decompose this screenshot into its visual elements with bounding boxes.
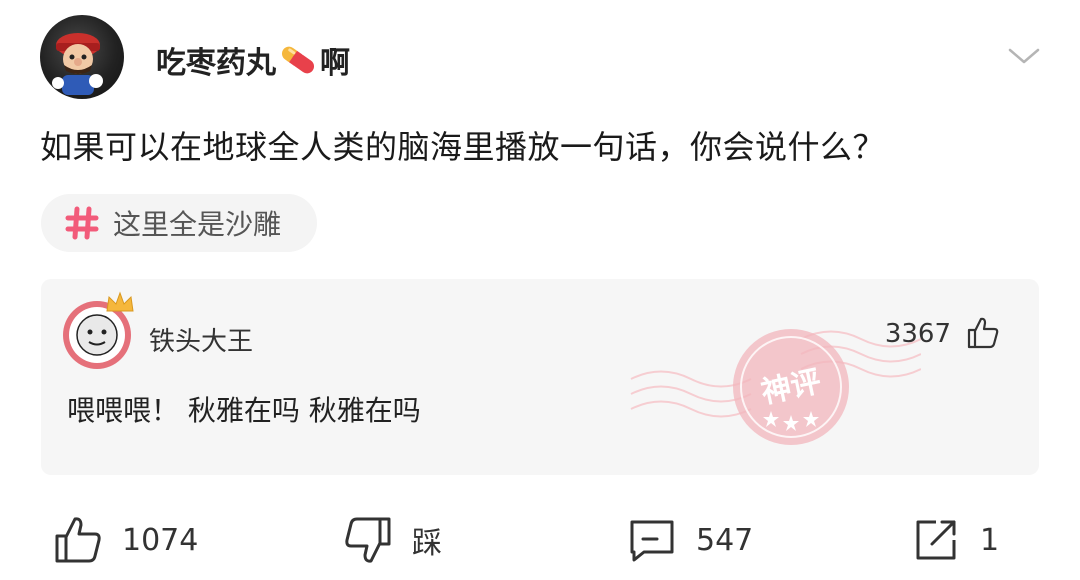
hashtag-icon bbox=[65, 206, 99, 240]
author-avatar[interactable] bbox=[40, 15, 124, 99]
meme-face-icon bbox=[76, 314, 118, 356]
shenping-stamp-icon: 神评 bbox=[630, 329, 921, 445]
topic-chip[interactable]: 这里全是沙雕 bbox=[41, 194, 317, 252]
pill-emoji-icon bbox=[281, 46, 315, 74]
topic-label: 这里全是沙雕 bbox=[113, 208, 282, 241]
comment-like-count: 3367 bbox=[884, 319, 951, 349]
share-count: 1 bbox=[980, 522, 1000, 558]
like-count: 1074 bbox=[122, 522, 199, 558]
comment-count: 547 bbox=[696, 522, 754, 558]
crown-icon bbox=[106, 291, 134, 312]
thumbs-down-icon bbox=[345, 517, 391, 563]
mario-avatar-icon bbox=[52, 33, 103, 95]
dislike-label: 踩 bbox=[412, 526, 442, 561]
post-question[interactable]: 如果可以在地球全人类的脑海里播放一句话，你会说什么？ bbox=[40, 122, 885, 168]
comment-thumbs-up-icon[interactable] bbox=[965, 315, 1001, 351]
author-name-suffix: 啊 bbox=[320, 46, 350, 81]
like-button[interactable]: 1074 bbox=[52, 512, 198, 568]
comment-bubble-icon bbox=[630, 520, 674, 562]
author-name-text: 吃枣药丸 bbox=[156, 46, 276, 81]
top-comment-card[interactable]: 神评 铁头大王 3367 喂喂喂！ 秋雅在吗 秋雅在吗 bbox=[41, 279, 1039, 475]
author-name[interactable]: 吃枣药丸 啊 bbox=[156, 38, 350, 82]
comment-text[interactable]: 喂喂喂！ 秋雅在吗 秋雅在吗 bbox=[67, 389, 421, 429]
dislike-button[interactable]: 踩 bbox=[342, 512, 442, 568]
comment-button[interactable]: 547 bbox=[626, 512, 753, 568]
chevron-down-icon[interactable] bbox=[1006, 44, 1042, 68]
thumbs-up-icon bbox=[55, 517, 101, 563]
share-icon bbox=[916, 520, 956, 560]
share-button[interactable]: 1 bbox=[910, 512, 999, 568]
commenter-name[interactable]: 铁头大王 bbox=[149, 321, 253, 358]
